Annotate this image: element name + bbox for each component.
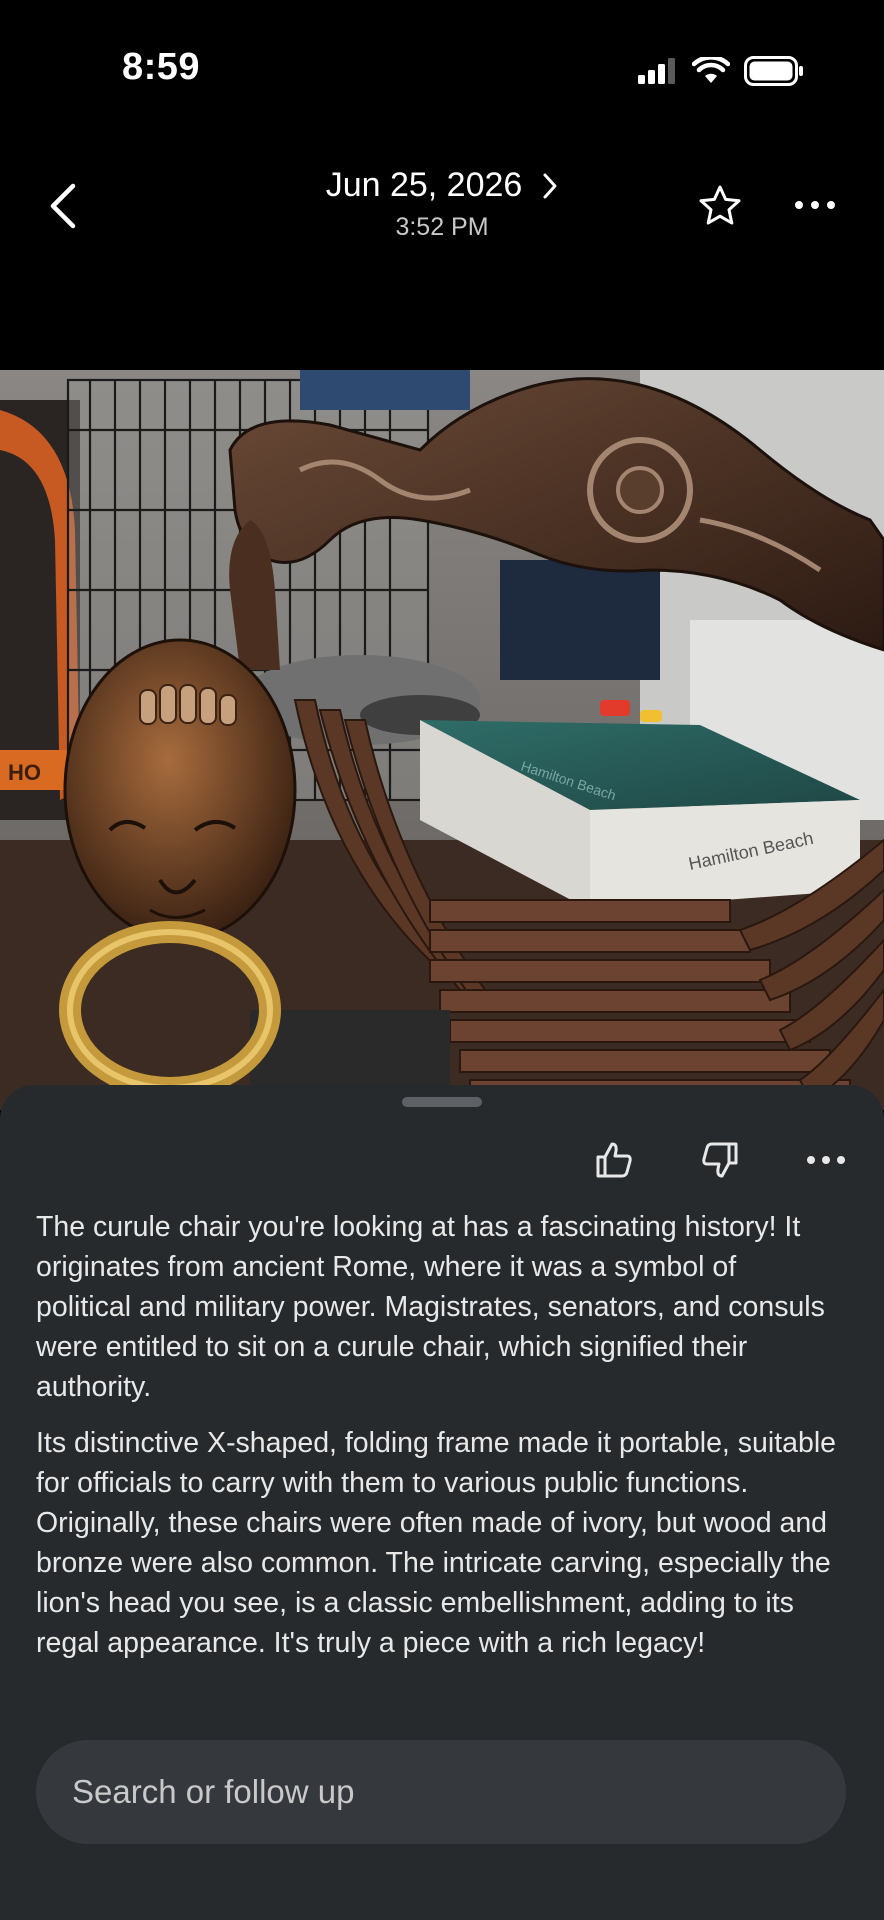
answer-more-button[interactable] xyxy=(798,1132,854,1188)
cellular-signal-icon xyxy=(638,58,678,89)
more-horizontal-icon xyxy=(795,201,835,209)
favorite-button[interactable] xyxy=(695,180,745,230)
answer-paragraph: Its distinctive X-shaped, folding frame … xyxy=(36,1427,837,1659)
thumbs-down-button[interactable] xyxy=(692,1132,748,1188)
thumbs-up-button[interactable] xyxy=(586,1132,642,1188)
battery-icon xyxy=(744,56,804,91)
photo-header: Jun 25, 2026 3:52 PM xyxy=(0,140,884,370)
sheet-grabber[interactable] xyxy=(402,1097,482,1107)
thumbs-up-icon xyxy=(596,1142,632,1178)
date-block[interactable]: Jun 25, 2026 3:52 PM xyxy=(0,166,884,242)
chair-photo: HO Hamilton Beach Hamilton Beach xyxy=(0,370,884,1110)
more-options-button[interactable] xyxy=(790,180,840,230)
answer-paragraph: The curule chair you're looking at has a… xyxy=(36,1211,825,1403)
svg-text:HO: HO xyxy=(8,760,41,785)
status-bar: 8:59 xyxy=(0,0,884,140)
photo-time: 3:52 PM xyxy=(395,213,489,241)
star-icon xyxy=(699,185,741,225)
lens-answer-sheet: The curule chair you're looking at has a… xyxy=(0,1085,884,1920)
photo-viewer[interactable]: HO Hamilton Beach Hamilton Beach xyxy=(0,370,884,1110)
chevron-right-icon xyxy=(543,173,557,198)
thumbs-down-icon xyxy=(702,1142,738,1178)
follow-up-search-input[interactable]: Search or follow up xyxy=(36,1740,846,1844)
lion-head xyxy=(63,638,297,942)
answer-text: The curule chair you're looking at has a… xyxy=(36,1207,836,1679)
photo-date[interactable]: Jun 25, 2026 xyxy=(326,166,523,205)
feedback-row xyxy=(586,1125,884,1195)
more-horizontal-icon xyxy=(807,1156,845,1164)
search-placeholder: Search or follow up xyxy=(72,1773,355,1810)
status-icons xyxy=(638,55,804,91)
wifi-icon xyxy=(691,55,731,90)
status-time: 8:59 xyxy=(122,46,201,88)
